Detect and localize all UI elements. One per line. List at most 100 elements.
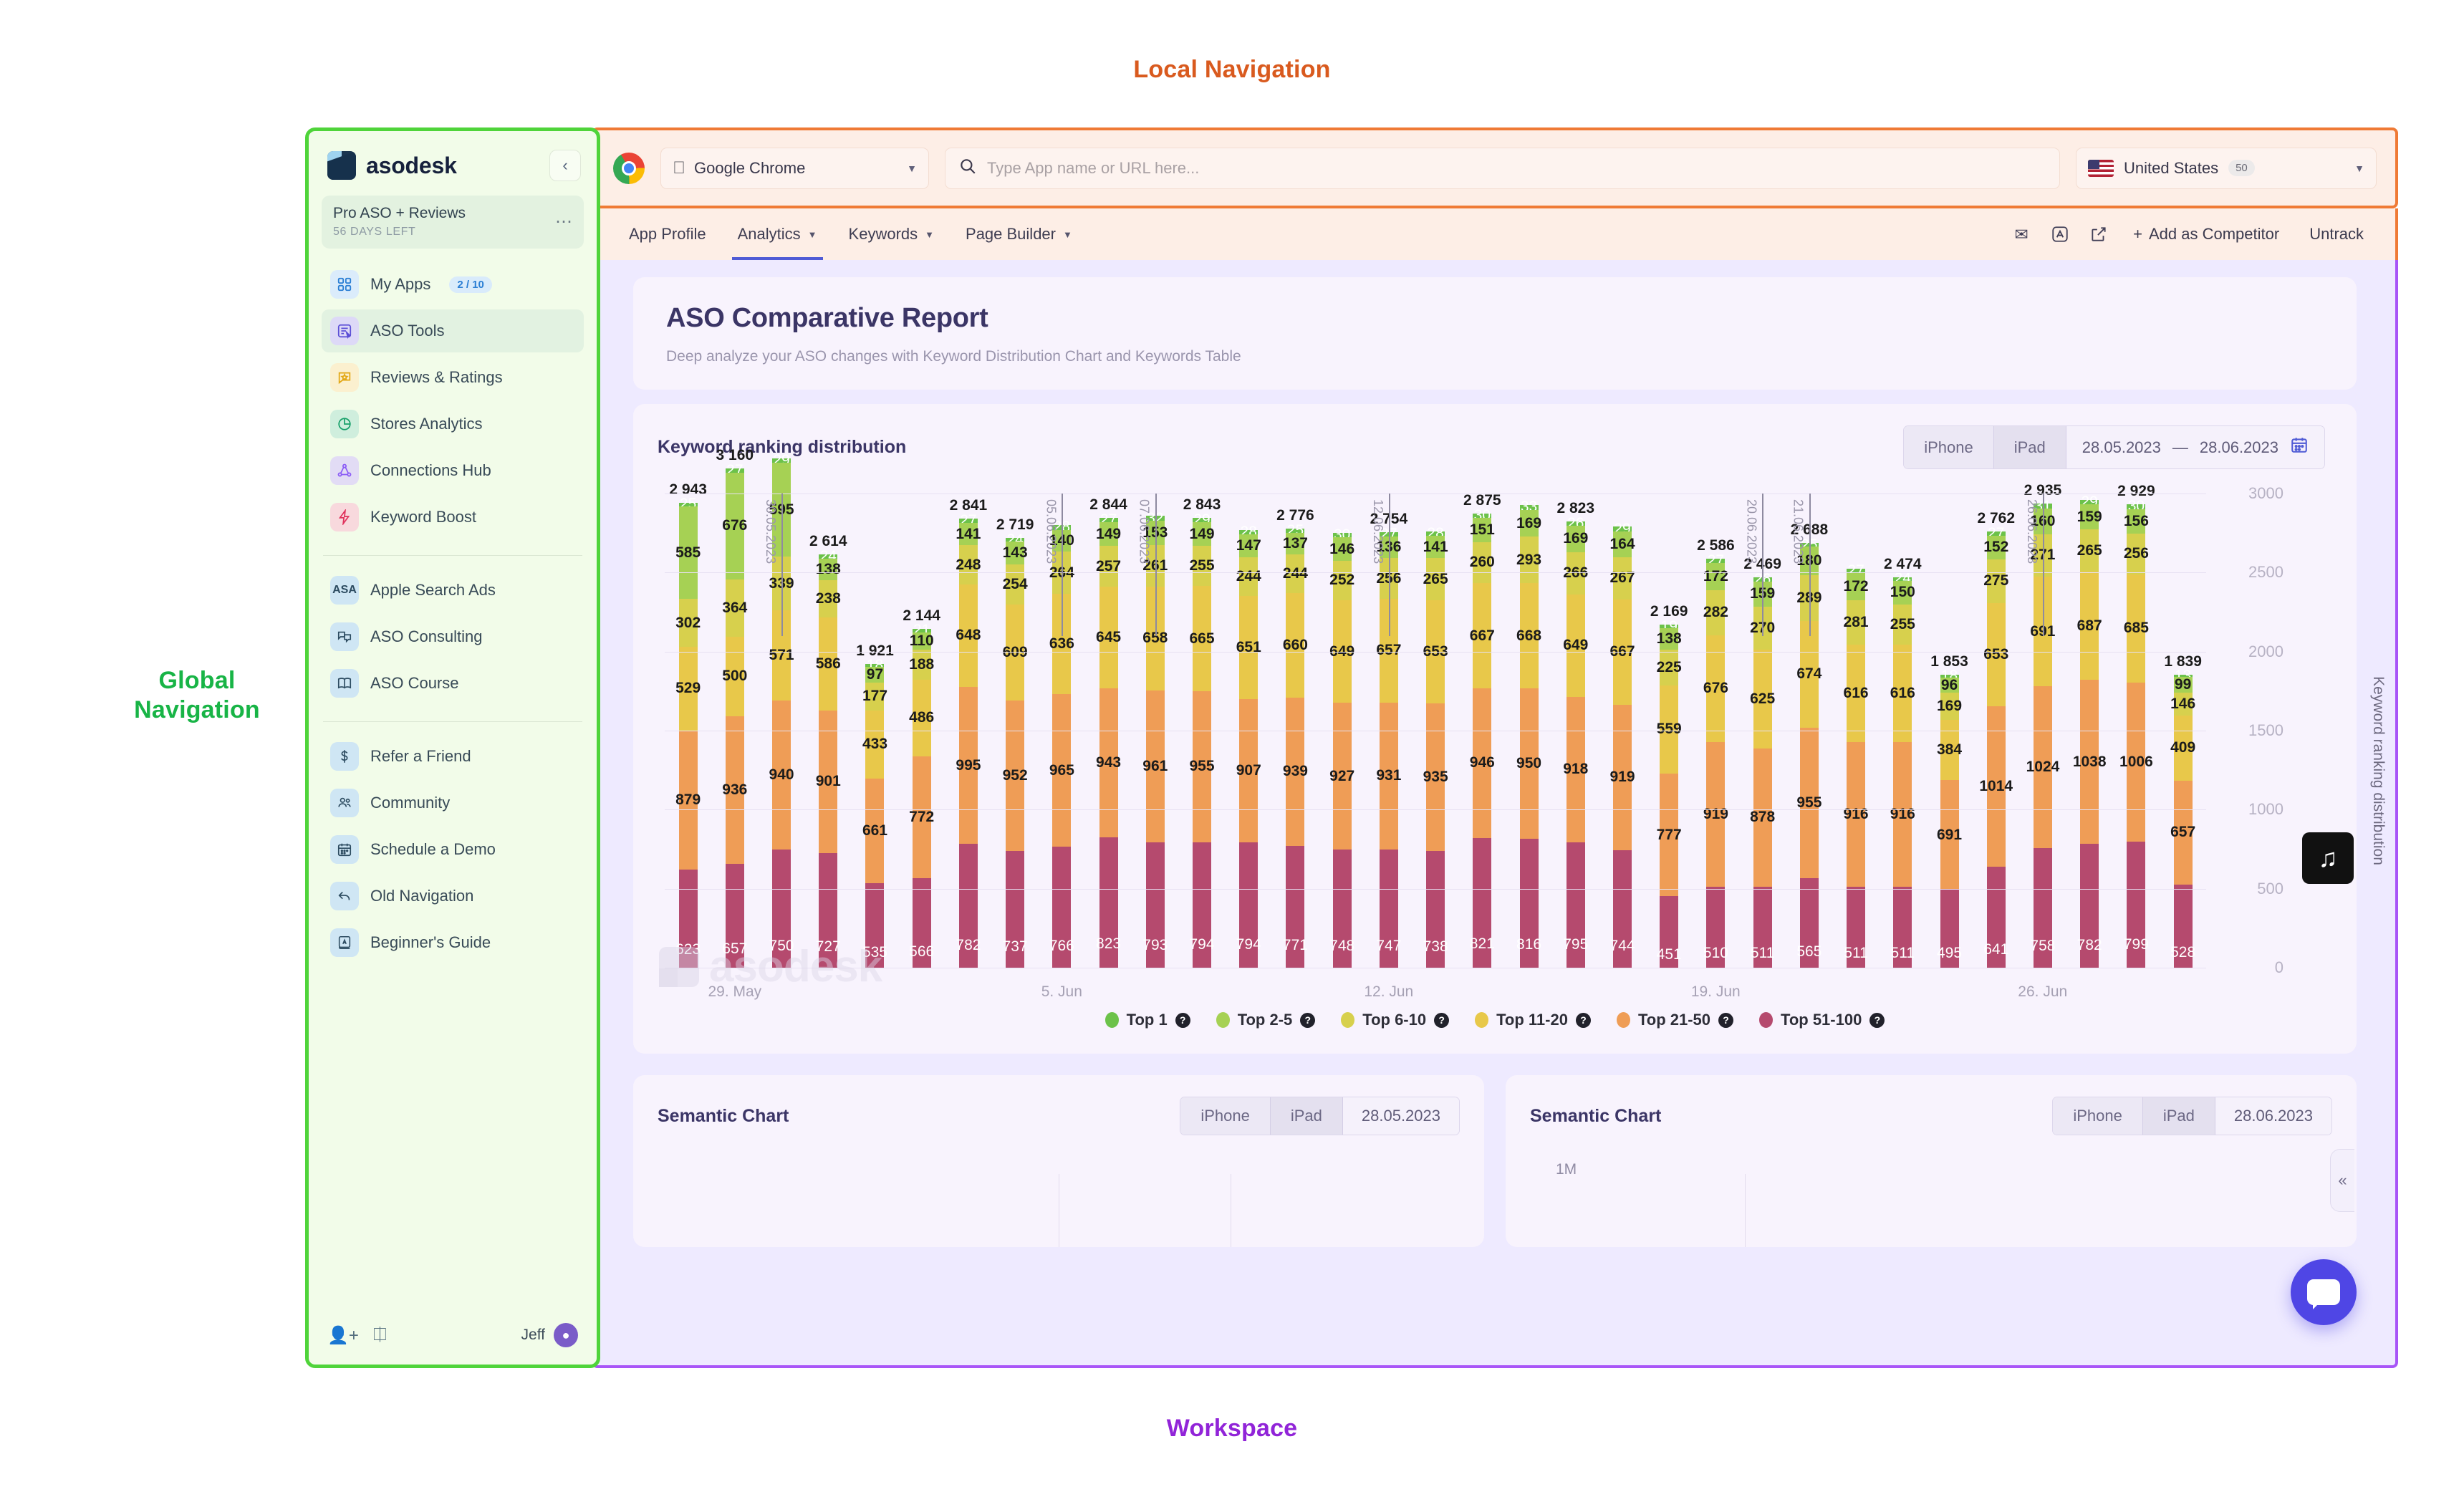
tab-analytics[interactable]: Analytics ▼: [722, 208, 833, 260]
plan-card[interactable]: Pro ASO + Reviews 56 DAYS LEFT ⋯: [322, 196, 584, 249]
bar-segment: 901: [816, 710, 841, 853]
bar-segment: 500: [722, 637, 747, 716]
external-link-icon[interactable]: [2082, 218, 2116, 251]
date-range-picker[interactable]: 28.05.2023 — 28.06.2023: [2066, 426, 2324, 468]
sidebar-divider-1: [323, 555, 582, 556]
semantic-left-device-ipad[interactable]: iPad: [1270, 1097, 1343, 1135]
bar-segment: 916: [1890, 742, 1915, 887]
sidebar-item-community[interactable]: Community: [322, 781, 584, 824]
sidebar-collapse-button[interactable]: ‹: [549, 150, 581, 181]
bar-segment: 758: [2030, 847, 2055, 968]
help-icon[interactable]: ?: [1869, 1012, 1885, 1028]
semantic-right-device-ipad[interactable]: iPad: [2142, 1097, 2215, 1135]
pie-chart-icon: [330, 410, 359, 438]
bar-segment: 927: [1329, 703, 1354, 850]
tab-page-builder[interactable]: Page Builder ▼: [950, 208, 1088, 260]
sidebar-item-old-navigation[interactable]: Old Navigation: [322, 875, 584, 918]
user-menu[interactable]: Jeff ●: [521, 1323, 578, 1347]
sidebar-item-aso-tools[interactable]: ASO Tools: [322, 309, 584, 352]
sidebar-item-stores-analytics[interactable]: Stores Analytics: [322, 403, 584, 446]
sidebar-item-connections-hub[interactable]: Connections Hub: [322, 449, 584, 492]
legend-item[interactable]: Top 11-20?: [1475, 1011, 1591, 1029]
sidebar-item-refer-a-friend[interactable]: Refer a Friend: [322, 735, 584, 778]
legend-item[interactable]: Top 2-5?: [1216, 1011, 1316, 1029]
app-selector[interactable]:  Google Chrome ▼: [660, 147, 929, 189]
bar-segment-value: 777: [1656, 826, 1682, 843]
bar-segment: 265: [1423, 558, 1448, 600]
legend-item[interactable]: Top 21-50?: [1616, 1011, 1734, 1029]
semantic-right-device-iphone[interactable]: iPhone: [2053, 1097, 2143, 1135]
ellipsis-icon[interactable]: ⋯: [555, 213, 574, 231]
bar-segment: 939: [1283, 697, 1308, 846]
tiktok-icon[interactable]: ♫: [2302, 832, 2354, 884]
sidebar-brand: asodesk ‹: [309, 131, 597, 191]
add-user-icon[interactable]: 👤+: [327, 1325, 359, 1346]
legend-item[interactable]: Top 1?: [1105, 1011, 1190, 1029]
country-selector[interactable]: United States 50 ▼: [2076, 147, 2377, 189]
mail-icon[interactable]: ✉: [2004, 218, 2039, 251]
legend-item[interactable]: Top 51-100?: [1759, 1011, 1885, 1029]
bar-segment: 585: [675, 506, 701, 600]
bar-total-value: 2 843: [1183, 496, 1221, 513]
sidebar-item-apple-search-ads[interactable]: ASA Apple Search Ads: [322, 569, 584, 612]
bar-segment-value: 823: [1096, 935, 1122, 953]
bar-segment-value: 260: [1469, 554, 1495, 571]
bar-segment: 816: [1516, 838, 1541, 968]
sidebar-item-aso-consulting[interactable]: ASO Consulting: [322, 615, 584, 658]
chat-bubble-icon[interactable]: [2291, 1259, 2357, 1325]
semantic-right-date[interactable]: 28.06.2023: [2215, 1097, 2331, 1135]
bar-segment: 156: [2124, 509, 2149, 534]
bar-segment: 147: [1236, 534, 1261, 558]
semantic-left-date[interactable]: 28.05.2023: [1342, 1097, 1459, 1135]
legend-item[interactable]: Top 6-10?: [1341, 1011, 1450, 1029]
bar-segment-value: 738: [1423, 938, 1448, 955]
sidebar-item-reviews-ratings[interactable]: Reviews & Ratings: [322, 356, 584, 399]
untrack-button[interactable]: Untrack: [2296, 218, 2377, 251]
sidebar-item-label: Refer a Friend: [370, 747, 471, 765]
search-input[interactable]: [987, 158, 2046, 178]
help-icon[interactable]: ?: [1575, 1012, 1591, 1028]
calendar-icon[interactable]: [2290, 435, 2309, 459]
bar-segment-value: 364: [722, 600, 748, 617]
help-icon[interactable]: ?: [1718, 1012, 1734, 1028]
bar-segment: 878: [1750, 748, 1775, 887]
sidebar-item-aso-course[interactable]: ASO Course: [322, 662, 584, 705]
bar-segment: 433: [862, 710, 887, 779]
bar-segment: 30: [1473, 507, 1492, 524]
bar-segment: 511: [1751, 887, 1774, 968]
semantic-left-device-iphone[interactable]: iPhone: [1180, 1097, 1271, 1135]
legend-label: Top 51-100: [1781, 1011, 1862, 1029]
tab-keywords[interactable]: Keywords ▼: [833, 208, 950, 260]
search-box[interactable]: [945, 147, 2060, 189]
bar-segment: 244: [1236, 557, 1261, 597]
legend-color-swatch: [1341, 1012, 1355, 1028]
help-icon[interactable]: ?: [1300, 1012, 1316, 1028]
bar-segment-value: 282: [1703, 604, 1728, 621]
sidebar-item-beginner-s-guide[interactable]: Beginner's Guide: [322, 921, 584, 964]
device-toggle-ipad[interactable]: iPad: [1993, 426, 2066, 468]
bar-segment: 33: [1519, 499, 1539, 515]
help-icon[interactable]: ?: [1175, 1012, 1190, 1028]
bar-segment: 177: [862, 682, 887, 711]
chevron-double-left-icon[interactable]: «: [2330, 1149, 2354, 1212]
device-toggle-iphone[interactable]: iPhone: [1904, 426, 1994, 468]
sidebar-item-keyword-boost[interactable]: Keyword Boost: [322, 496, 584, 539]
app-store-icon[interactable]: [2043, 218, 2077, 251]
help-icon[interactable]: ?: [1434, 1012, 1450, 1028]
bar-segment: 748: [1329, 849, 1354, 968]
sidebar-item-my-apps[interactable]: My Apps 2 / 10: [322, 263, 584, 306]
bar-segment: 777: [1657, 774, 1682, 897]
sidebar-item-schedule-a-demo[interactable]: Schedule a Demo: [322, 828, 584, 871]
tab-app-profile[interactable]: App Profile: [613, 208, 722, 260]
annotation-global-navigation-line2: Navigation: [134, 696, 260, 724]
semantic-chart-title: Semantic Chart: [658, 1105, 789, 1126]
help-icon[interactable]: ⎅: [373, 1325, 387, 1345]
add-as-competitor-button[interactable]: + Add as Competitor: [2120, 218, 2292, 251]
add-as-competitor-label: Add as Competitor: [2149, 225, 2280, 243]
bar-segment-value: 152: [1983, 539, 2009, 556]
bar-segment-value: 668: [1516, 627, 1542, 644]
bar-segment: 616: [1844, 645, 1869, 743]
star-comment-icon: [330, 363, 359, 392]
calendar-icon: [330, 835, 359, 864]
bar-segment: 238: [816, 579, 841, 618]
